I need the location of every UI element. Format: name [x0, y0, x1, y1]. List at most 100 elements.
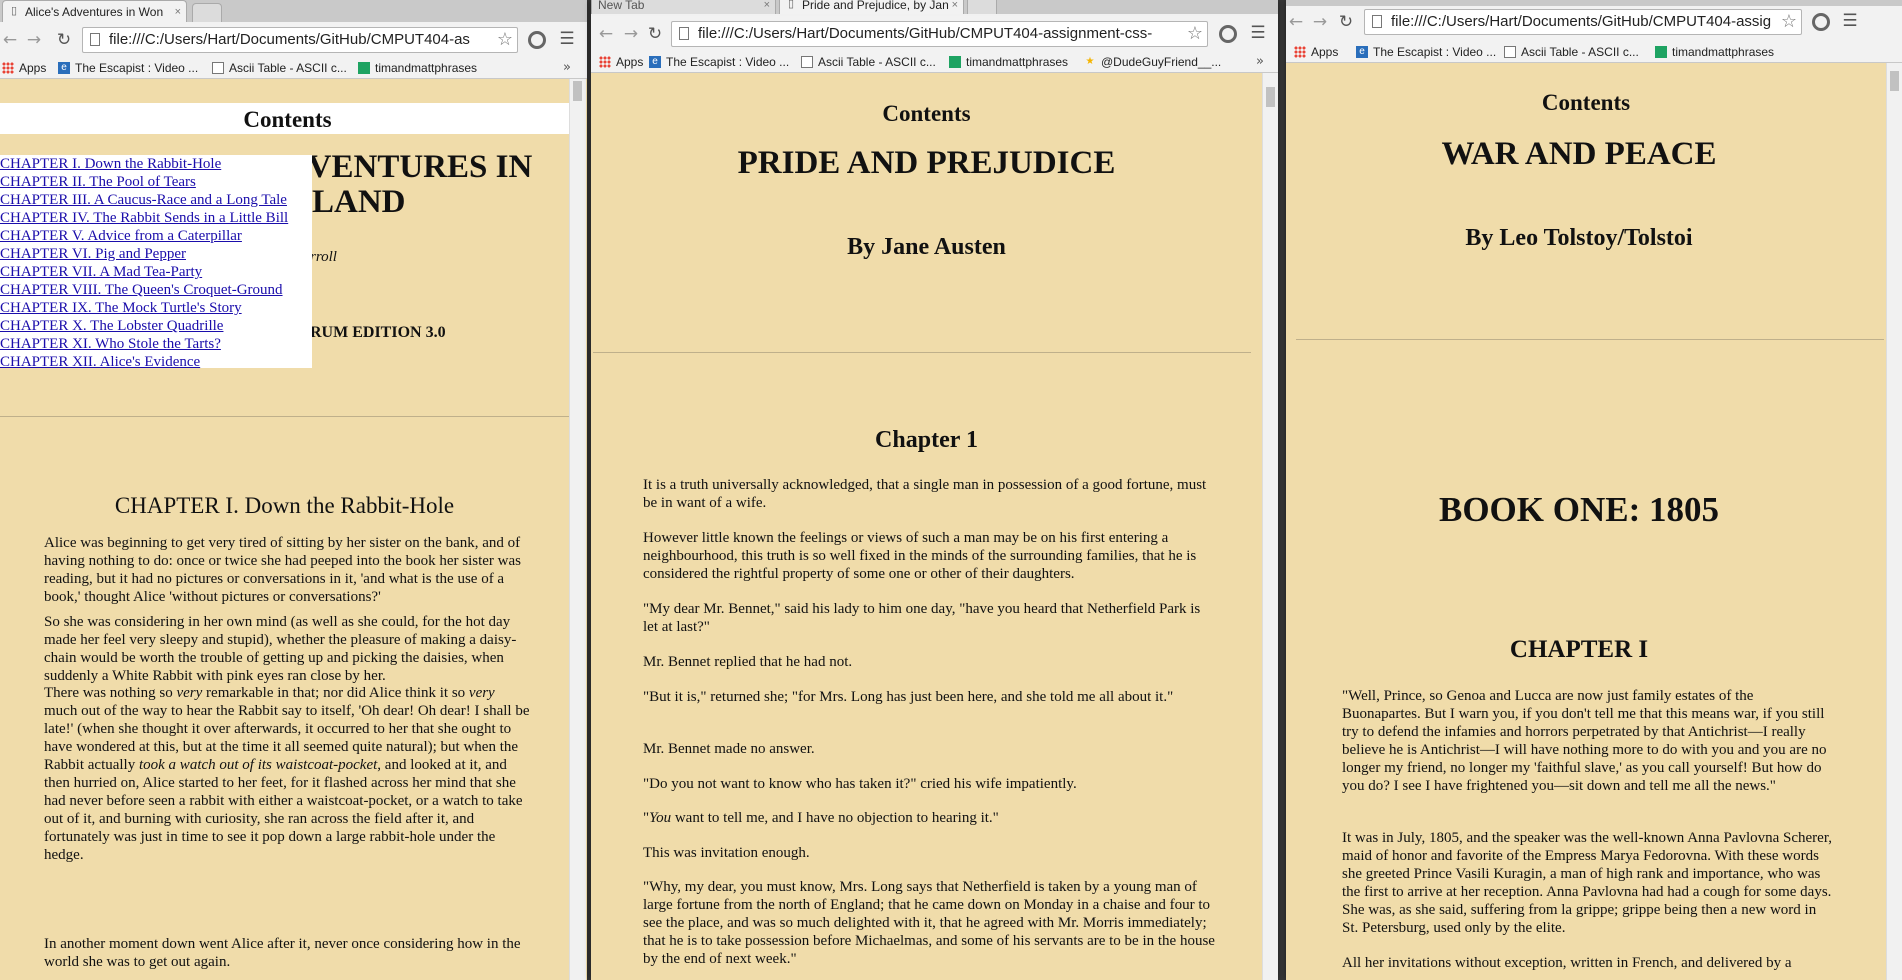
chapter-heading: CHAPTER I [1509, 636, 1649, 663]
toc-link[interactable]: CHAPTER VIII. The Queen's Croquet-Ground [0, 282, 283, 298]
close-icon[interactable]: × [764, 0, 770, 14]
scrollbar[interactable] [569, 79, 586, 980]
address-bar[interactable]: file:///C:/Users/Hart/Documents/GitHub/C… [82, 27, 518, 53]
paragraph: It was in July, 1805, and the speaker wa… [1342, 830, 1832, 936]
paragraph: "Why, my dear, you must know, Mrs. Long … [643, 879, 1215, 967]
extension-icon[interactable] [1812, 13, 1830, 31]
scrollbar-thumb[interactable] [1890, 71, 1899, 91]
menu-icon[interactable]: ☰ [1250, 24, 1266, 42]
page-icon [679, 27, 689, 40]
back-icon[interactable]: ← [0, 30, 20, 50]
chapter-heading: Chapter 1 [875, 427, 978, 453]
toc-item: CHAPTER VI. Pig and Pepper [0, 245, 312, 263]
back-icon[interactable]: ← [1286, 12, 1306, 32]
apps-icon [2, 62, 14, 74]
new-tab-button[interactable] [192, 3, 222, 22]
bookmark-timand[interactable]: timandmattphrases [358, 60, 477, 76]
toc-link[interactable]: CHAPTER IV. The Rabbit Sends in a Little… [0, 210, 288, 226]
tab-title: New Tab [598, 0, 645, 12]
forward-icon[interactable]: → [1310, 12, 1330, 32]
bookmark-escapist[interactable]: e The Escapist : Video ... [649, 54, 789, 70]
paragraph: This was invitation enough. [643, 845, 810, 861]
scrollbar-thumb[interactable] [573, 81, 582, 101]
bookmark-apps[interactable]: Apps [2, 60, 46, 76]
escapist-icon: e [1356, 46, 1368, 58]
paragraph: There was nothing so very remarkable in … [44, 685, 530, 863]
reload-icon[interactable]: ↻ [54, 30, 74, 50]
toc-item: CHAPTER III. A Caucus-Race and a Long Ta… [0, 191, 312, 209]
document-icon [801, 56, 813, 68]
toc-link[interactable]: CHAPTER V. Advice from a Caterpillar [0, 228, 242, 244]
new-tab-button[interactable] [967, 0, 997, 14]
apps-icon [1294, 46, 1306, 58]
bookmark-apps[interactable]: Apps [1294, 44, 1338, 60]
more-bookmarks-icon[interactable]: » [563, 60, 571, 75]
divider [0, 416, 569, 417]
close-icon[interactable]: × [952, 0, 958, 14]
more-bookmarks-icon[interactable]: » [1256, 54, 1264, 69]
tab-pride[interactable]: ▯ Pride and Prejudice, by Jan × [779, 0, 964, 14]
toc-heading: Contents [1541, 90, 1631, 115]
reload-icon[interactable]: ↻ [645, 24, 665, 44]
toolbar: ← → ↻ file:///C:/Users/Hart/Documents/Gi… [0, 22, 587, 58]
menu-icon[interactable]: ☰ [1842, 12, 1858, 30]
toc-link[interactable]: CHAPTER III. A Caucus-Race and a Long Ta… [0, 192, 287, 208]
toc-link[interactable]: CHAPTER VI. Pig and Pepper [0, 246, 186, 262]
toc-item: CHAPTER IV. The Rabbit Sends in a Little… [0, 209, 312, 227]
toc-link[interactable]: CHAPTER II. The Pool of Tears [0, 174, 196, 190]
scrollbar-thumb[interactable] [1266, 87, 1275, 107]
sheets-icon [1655, 46, 1667, 58]
scrollbar[interactable] [1262, 73, 1278, 980]
bookmark-timand[interactable]: timandmattphrases [1655, 44, 1774, 60]
book-author: By Jane Austen [847, 234, 1006, 260]
forward-icon[interactable]: → [621, 24, 641, 44]
toc-heading: Contents [882, 101, 971, 126]
scrollbar[interactable] [1886, 63, 1902, 980]
tab-new-tab[interactable]: New Tab × [591, 0, 776, 14]
bookmark-dude[interactable]: ★ @DudeGuyFriend__... [1084, 54, 1222, 70]
extension-icon[interactable] [1219, 25, 1237, 43]
bookmark-escapist[interactable]: e The Escapist : Video ... [1356, 44, 1496, 60]
bookmark-star-icon[interactable]: ☆ [1187, 22, 1203, 46]
toc-link[interactable]: CHAPTER VII. A Mad Tea-Party [0, 264, 202, 280]
url-text: file:///C:/Users/Hart/Documents/GitHub/C… [109, 31, 470, 48]
bookmark-ascii[interactable]: Ascii Table - ASCII c... [1504, 44, 1639, 60]
bookmark-ascii[interactable]: Ascii Table - ASCII c... [801, 54, 936, 70]
back-icon[interactable]: ← [596, 24, 616, 44]
divider [593, 352, 1251, 353]
page-icon [90, 33, 100, 46]
toc-item: CHAPTER II. The Pool of Tears [0, 173, 312, 191]
toc-link[interactable]: CHAPTER XI. Who Stole the Tarts? [0, 336, 221, 352]
paragraph: Mr. Bennet made no answer. [643, 741, 815, 757]
bookmarks-bar: Apps e The Escapist : Video ... Ascii Tab… [0, 58, 587, 79]
bookmark-escapist[interactable]: e The Escapist : Video ... [58, 60, 198, 76]
toc-item: CHAPTER XI. Who Stole the Tarts? [0, 335, 312, 353]
bookmark-star-icon[interactable]: ☆ [497, 28, 513, 52]
toc-item: CHAPTER X. The Lobster Quadrille [0, 317, 312, 335]
bookmark-apps[interactable]: Apps [599, 54, 643, 70]
bookmark-star-icon[interactable]: ☆ [1781, 10, 1797, 34]
toc-link[interactable]: CHAPTER X. The Lobster Quadrille [0, 318, 223, 334]
paragraph: "My dear Mr. Bennet," said his lady to h… [643, 601, 1201, 635]
toc-link[interactable]: CHAPTER IX. The Mock Turtle's Story [0, 300, 242, 316]
menu-icon[interactable]: ☰ [559, 30, 575, 48]
toc-link[interactable]: CHAPTER XII. Alice's Evidence [0, 354, 200, 370]
paragraph: "You want to tell me, and I have no obje… [643, 810, 999, 826]
toolbar: ← → ↻ file:///C:/Users/Hart/Documents/Gi… [1286, 6, 1902, 42]
tab-alice[interactable]: ▯ Alice's Adventures in Won × [2, 0, 187, 22]
page-content: Contents ADVENTURES IN LAND rroll RUM ED… [0, 79, 587, 980]
extension-icon[interactable] [528, 31, 546, 49]
close-icon[interactable]: × [175, 1, 181, 22]
reload-icon[interactable]: ↻ [1336, 12, 1356, 32]
forward-icon[interactable]: → [24, 30, 44, 50]
paragraph: Mr. Bennet replied that he had not. [643, 654, 853, 670]
toc-heading: Contents [243, 107, 332, 132]
page-icon: ▯ [10, 5, 18, 17]
bookmark-timand[interactable]: timandmattphrases [949, 54, 1068, 70]
document-icon [1504, 46, 1516, 58]
chapter-heading: CHAPTER I. Down the Rabbit-Hole [114, 493, 455, 518]
address-bar[interactable]: file:///C:/Users/Hart/Documents/GitHub/C… [671, 21, 1208, 47]
bookmark-ascii[interactable]: Ascii Table - ASCII c... [212, 60, 347, 76]
address-bar[interactable]: file:///C:/Users/Hart/Documents/GitHub/C… [1364, 9, 1802, 35]
toc-link[interactable]: CHAPTER I. Down the Rabbit-Hole [0, 156, 221, 172]
